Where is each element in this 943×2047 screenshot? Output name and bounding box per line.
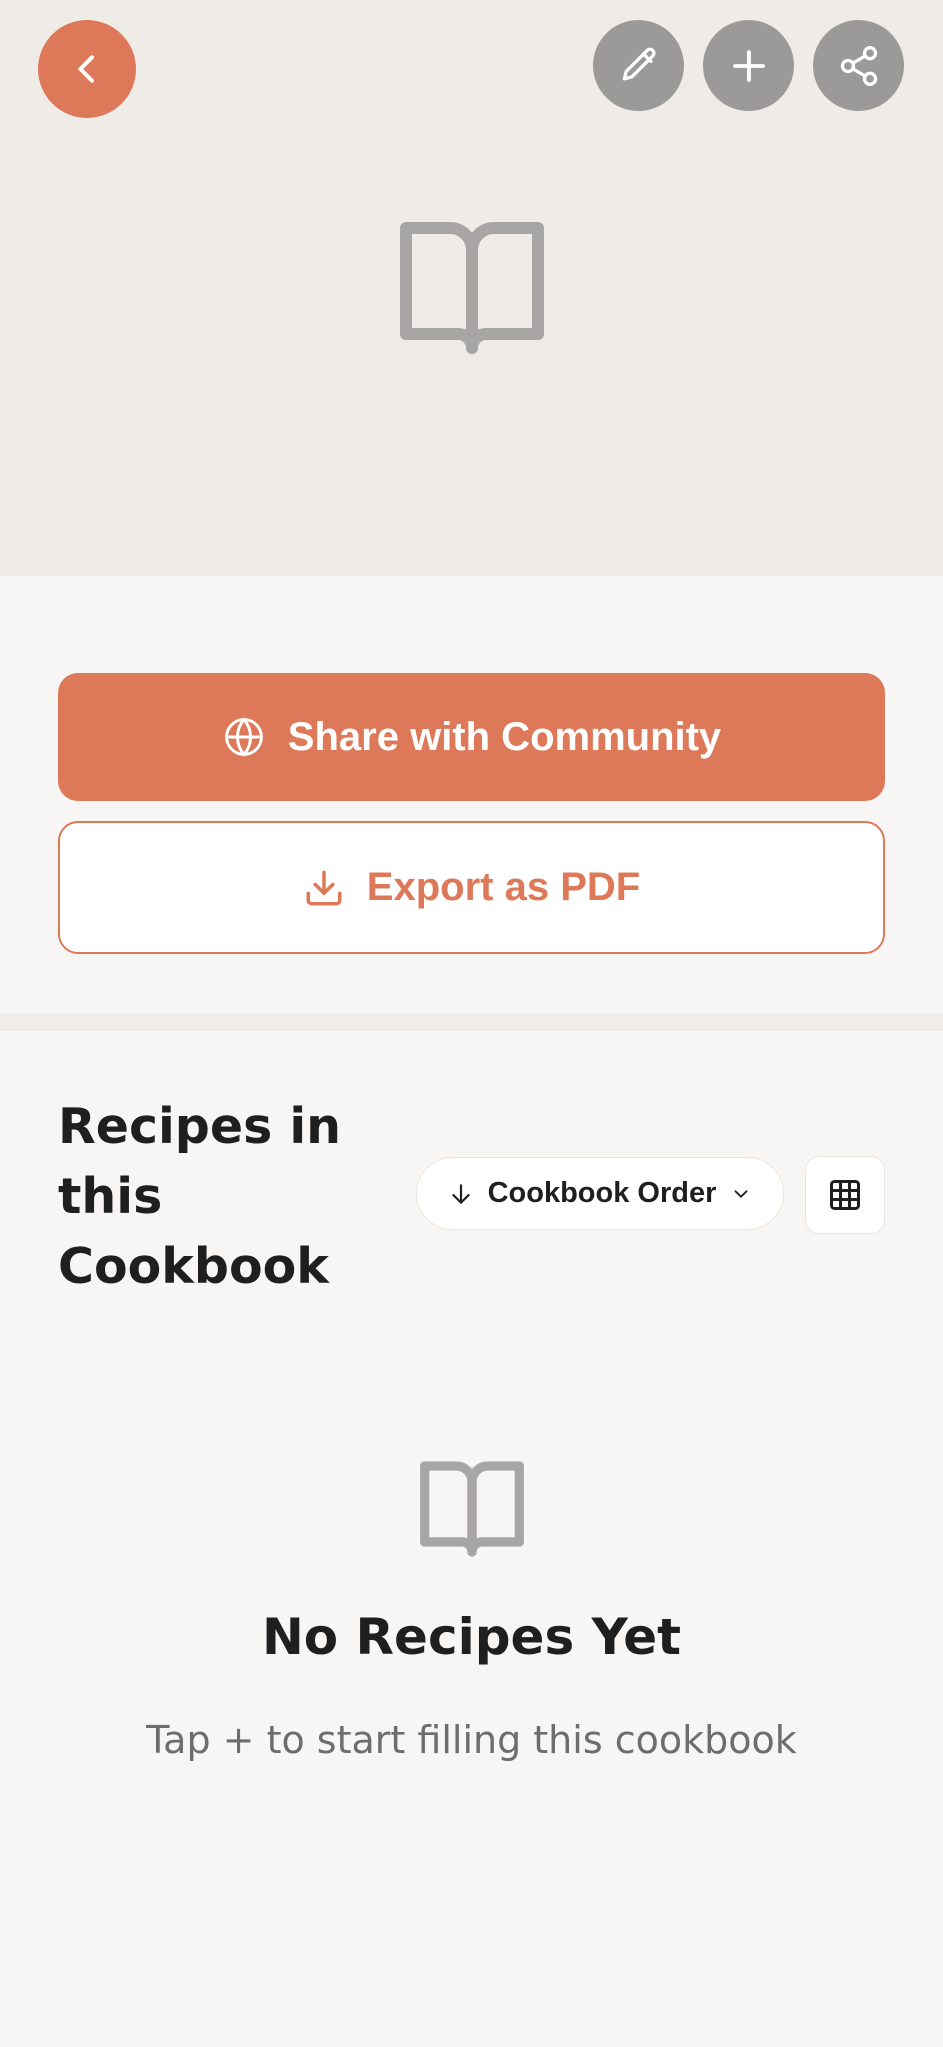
recipes-section-title: Recipes in this Cookbook (58, 1098, 342, 1295)
globe-icon (224, 717, 263, 757)
sort-order-dropdown[interactable]: Cookbook Order (416, 1157, 784, 1230)
chevron-left-icon (78, 55, 94, 83)
grid-view-button[interactable] (805, 1156, 885, 1234)
cookbook-actions: Share with Community Export as PDF (0, 576, 943, 1013)
sort-order-label: Cookbook Order (487, 1177, 717, 1209)
cookbook-cover (0, 0, 943, 576)
share-icon (840, 45, 877, 86)
chevron-down-icon (734, 1189, 748, 1198)
share-button[interactable] (813, 20, 904, 111)
grid-icon (830, 1180, 860, 1210)
export-pdf-button[interactable]: Export as PDF (58, 821, 885, 954)
share-with-community-label: Share with Community (287, 714, 722, 759)
empty-state-title: No Recipes Yet (261, 1608, 682, 1666)
share-with-community-button[interactable]: Share with Community (58, 673, 885, 801)
back-button[interactable] (38, 20, 136, 118)
add-recipe-button[interactable] (703, 20, 794, 111)
open-book-icon (420, 1461, 524, 1557)
empty-state-subtitle: Tap + to start filling this cookbook (146, 1718, 797, 1762)
export-pdf-label: Export as PDF (366, 865, 641, 909)
open-book-icon (400, 222, 544, 354)
section-divider (0, 1013, 943, 1031)
edit-button[interactable] (593, 20, 684, 111)
download-icon (306, 870, 342, 905)
plus-icon (732, 49, 765, 82)
arrow-down-icon (451, 1183, 470, 1204)
pencil-icon (622, 47, 656, 80)
